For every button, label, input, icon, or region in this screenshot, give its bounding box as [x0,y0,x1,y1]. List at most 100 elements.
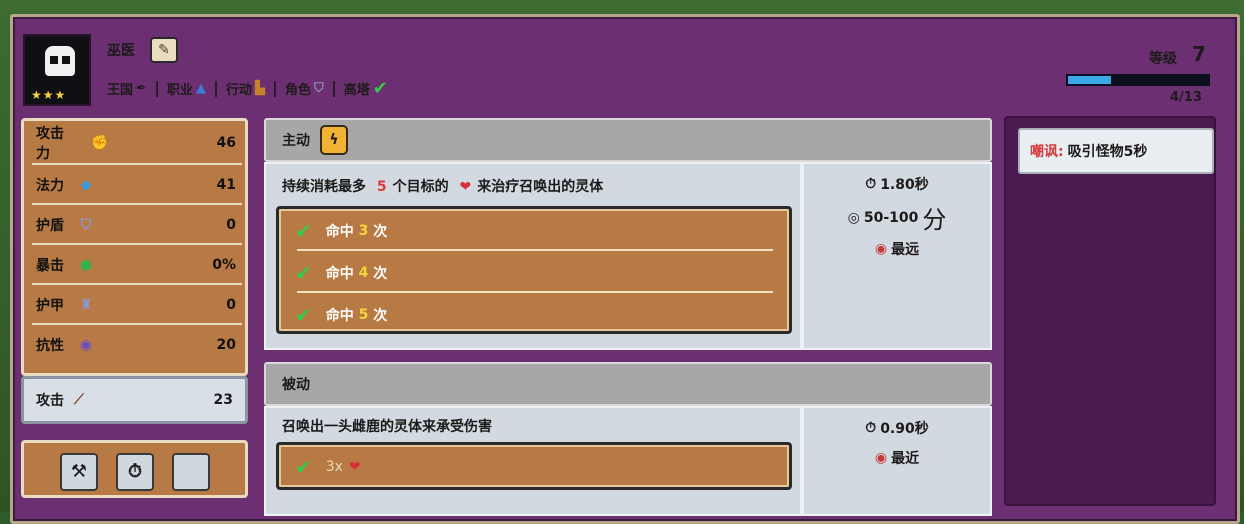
crit-icon: ● [79,257,93,273]
desc-text: 个目标的 [392,179,449,195]
effects-panel: 嘲讽: 吸引怪物5秒 [1004,116,1216,506]
trait-class[interactable]: 职业 ▲ [167,79,206,98]
trait-list: 王国 ✒ 职业 ▲ 行动 ▙ 角色 ⛉ 高塔 ✔ [107,78,388,99]
stats-panel: 攻击力 ✊ 46 法力 ◆ 41 护盾 ⛉ 0 暴击 ● 0% 护甲 ♜ 0 抗性 ◉ 20 [21,118,248,376]
hit-row: ✔ 命中 3 次 [295,211,387,251]
passive-skill-header: 被动 [264,362,992,406]
passive-skill-body: 召唤出一头雌鹿的灵体来承受伤害 ✔ 3x ❤ [264,406,802,516]
trait-label: 行动 [225,83,252,98]
divider [155,80,158,97]
divider [273,80,276,97]
shield-icon: ⛉ [80,217,92,233]
staff-icon: ⟋ [74,392,84,408]
hit-list: ✔ 命中 3 次 ✔ 命中 4 次 ✔ 命中 5 次 [276,206,792,334]
armor-icon: ♜ [79,297,93,313]
xp-bar [1066,74,1210,86]
wizard-hat-icon: ▲ [195,81,206,96]
active-skill-stats: ⏱ 1.80秒 ◎ 50-100 分 ◉ 最远 [802,162,992,350]
active-skill-body: 持续消耗最多 5 个目标的 ❤ 来治疗召唤出的灵体 ✔ 命中 3 次 ✔ 命中 4 次 … [264,162,802,350]
check-icon: ✔ [295,455,312,479]
hero-name: 巫医 [107,43,135,59]
stat-value: 0 [226,217,236,233]
lightning-icon: ϟ [320,125,348,155]
desc-text: 持续消耗最多 [282,179,366,195]
scroll-icon[interactable]: ✎ [150,37,178,63]
trait-label: 王国 [107,83,134,98]
divider [32,243,242,245]
divider [32,163,242,165]
stat-row: 抗性 ◉ 20 [36,327,236,363]
check-icon: ✔ [295,219,312,243]
trait-label: 高塔 [343,83,370,98]
stat-label: 暴击 [36,258,64,274]
trait-action[interactable]: 行动 ▙ [226,79,265,98]
cooldown-row: ⏱ 1.80秒 [804,174,990,194]
target-value: 最近 [891,451,920,467]
stat-label: 护甲 [36,298,64,314]
cooldown-row: ⏱ 0.90秒 [804,418,990,438]
trait-role[interactable]: 角色 ⛉ [285,79,324,98]
taunt-label: 嘲讽: [1030,144,1064,160]
taunt-effect: 嘲讽: 吸引怪物5秒 [1018,128,1214,174]
active-skill-description: 持续消耗最多 5 个目标的 ❤ 来治疗召唤出的灵体 [282,176,603,196]
stat-value: 0% [212,257,236,273]
attack-value: 23 [213,392,233,408]
cooldown-value: 0.90秒 [880,421,929,437]
desc-number: 5 [376,179,387,195]
trait-label: 职业 [166,83,193,98]
hit-row: ✔ 3x ❤ [295,447,361,487]
stat-value: 0 [226,297,236,313]
passive-hit-list: ✔ 3x ❤ [276,442,792,490]
stat-row: 护甲 ♜ 0 [36,287,236,323]
hero-portrait: ★★★ [23,34,91,106]
passive-skill-stats: ⏱ 0.90秒 ◉ 最近 [802,406,992,516]
target-value: 最远 [891,242,920,258]
target-row: ◉ 最远 [804,239,990,259]
stat-row: 攻击力 ✊ 46 [36,125,236,162]
stat-value: 20 [216,337,236,353]
xp-text: 4/13 [1170,90,1202,105]
stat-label: 法力 [36,178,64,194]
stopwatch-icon[interactable]: ⏱ [116,453,154,491]
range-icon: ◎ [847,209,860,226]
stat-row: 护盾 ⛉ 0 [36,207,236,243]
stat-label: 护盾 [36,218,64,234]
desc-text: 来治疗召唤出的灵体 [477,179,604,195]
target-row: ◉ 最近 [804,448,990,468]
trait-tower[interactable]: 高塔 ✔ [344,78,388,99]
stat-label: 攻击力 [36,126,64,162]
stopwatch-icon: ⏱ [865,420,877,436]
heart-icon: ❤ [459,179,472,195]
hit-text: 命中 [325,224,354,240]
check-icon: ✔ [372,78,388,99]
divider [297,291,773,293]
trait-kingdom[interactable]: 王国 ✒ [107,79,147,98]
fist-icon: ✊ [91,135,109,151]
resist-icon: ◉ [79,337,93,353]
trait-label: 角色 [284,83,311,98]
hit-row: ✔ 命中 5 次 [295,295,387,335]
hit-text: 命中 [325,308,354,324]
hit-number: 3 [358,223,369,239]
empty-slot[interactable] [172,453,210,491]
hit-text: 次 [373,266,388,282]
stopwatch-icon: ⏱ [865,176,877,192]
hit-text: 命中 [325,266,354,282]
heart-icon: ❤ [348,459,361,475]
level-label: 等级 [1149,51,1177,67]
passive-label: 被动 [282,377,310,393]
hit-row: ✔ 命中 4 次 [295,253,387,293]
boot-icon: ▙ [254,81,265,96]
hammer-icon[interactable]: ⚒ [60,453,98,491]
star-rating: ★★★ [31,88,67,102]
divider [214,80,217,97]
mana-icon: ◆ [80,177,92,193]
stat-row: 法力 ◆ 41 [36,167,236,203]
attack-stat: 攻击 ⟋ 23 [21,376,248,424]
active-label: 主动 [282,133,310,149]
equipment-slots: ⚒ ⏱ [21,440,248,498]
check-icon: ✔ [295,303,312,327]
xp-bar-fill [1068,76,1112,84]
divider [332,80,335,97]
target-icon: ◉ [874,450,888,466]
